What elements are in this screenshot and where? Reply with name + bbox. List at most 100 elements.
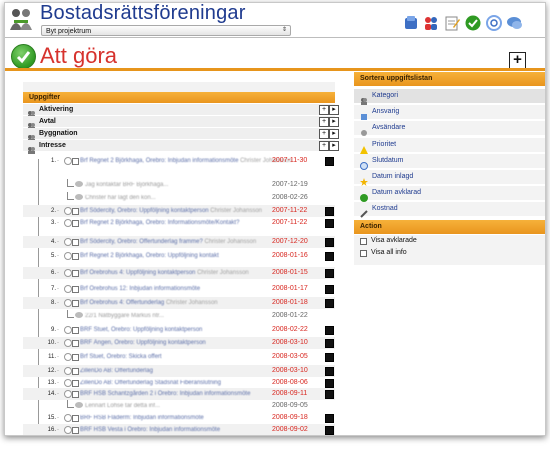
- task-title[interactable]: Brf Regnet 2 Björkhaga, Örebro: Inbjudan…: [80, 155, 292, 167]
- category-expand-button[interactable]: ▸: [329, 117, 339, 127]
- check-icon[interactable]: [465, 15, 481, 31]
- help-icon[interactable]: [486, 15, 502, 31]
- task-row[interactable]: 7. · Brf Örebrohus 12: Inbjudan informatio…: [23, 283, 335, 295]
- task-title[interactable]: BRF Ängen, Örebro: Uppföljning kontaktpe…: [80, 337, 206, 349]
- task-title[interactable]: Brf Södercity, Örebro: Offertunderlag fr…: [80, 236, 256, 248]
- task-checkbox[interactable]: [72, 208, 79, 215]
- task-checkbox[interactable]: [72, 220, 79, 227]
- task-title[interactable]: BRF HSB Schantzgården 2 i Örebro: Inbjud…: [80, 388, 250, 400]
- category-add-button[interactable]: +: [319, 117, 329, 127]
- task-menu-button[interactable]: [325, 285, 334, 294]
- project-select[interactable]: Byt projektrum ⇕: [41, 25, 291, 36]
- task-checkbox[interactable]: [72, 368, 79, 375]
- task-row[interactable]: 10. · BRF Ängen, Örebro: Uppföljning konta…: [23, 337, 335, 349]
- status-circle-icon[interactable]: [64, 379, 72, 387]
- action-checkbox[interactable]: [360, 250, 367, 257]
- notes-icon[interactable]: [444, 15, 460, 31]
- category-row[interactable]: Aktivering + ▸: [23, 104, 339, 118]
- task-title[interactable]: Brf Regnet 2 Björkhaga, Örebro: Uppföljn…: [80, 250, 219, 262]
- action-checkbox[interactable]: [360, 238, 367, 245]
- task-row[interactable]: 11. · Brf Stuet, Örebro: Skicka offert 200…: [23, 351, 335, 363]
- task-title[interactable]: Brf Örebrohus 12: Inbjudan informationsm…: [80, 283, 200, 295]
- sort-option[interactable]: Datum inlagd: [354, 170, 545, 186]
- status-circle-icon[interactable]: [64, 219, 72, 227]
- task-menu-button[interactable]: [325, 426, 334, 435]
- sort-option[interactable]: Kategori: [354, 89, 545, 105]
- task-menu-button[interactable]: [325, 238, 334, 247]
- task-menu-button[interactable]: [325, 379, 334, 388]
- category-row[interactable]: Intresse + ▸: [23, 140, 339, 154]
- task-row[interactable]: 9. · BRF Stuet, Örebro: Uppföljning kontak…: [23, 324, 335, 336]
- action-option[interactable]: Visa all info: [354, 247, 545, 259]
- sort-option[interactable]: Slutdatum: [354, 153, 545, 170]
- category-row[interactable]: Byggnation + ▸: [23, 128, 339, 142]
- task-title[interactable]: BRF HSB Vesta i Örebro: Inbjudan informa…: [80, 424, 220, 435]
- task-checkbox[interactable]: [72, 270, 79, 277]
- task-title[interactable]: BRF Stuet, Örebro: Uppföljning kontaktpe…: [80, 324, 202, 336]
- task-title[interactable]: Brf Regnet 2 Björkhaga, Örebro: Informat…: [80, 217, 239, 229]
- status-circle-icon[interactable]: [64, 252, 72, 260]
- task-title[interactable]: ZillenDo AB: Offertunderlag: [80, 365, 153, 377]
- status-circle-icon[interactable]: [64, 269, 72, 277]
- sort-option[interactable]: Ansvarig: [354, 105, 545, 121]
- task-row[interactable]: 12. · ZillenDo AB: Offertunderlag 2008-03-…: [23, 365, 335, 377]
- task-menu-button[interactable]: [325, 367, 334, 376]
- chat-icon[interactable]: [507, 15, 523, 31]
- status-circle-icon[interactable]: [64, 285, 72, 293]
- status-circle-icon[interactable]: [64, 390, 72, 398]
- action-option[interactable]: Visa avklarade: [354, 235, 545, 247]
- task-menu-button[interactable]: [325, 299, 334, 308]
- task-menu-button[interactable]: [325, 326, 334, 335]
- add-task-button[interactable]: +: [509, 52, 526, 69]
- category-expand-button[interactable]: ▸: [329, 129, 339, 139]
- category-add-button[interactable]: +: [319, 105, 329, 115]
- task-row[interactable]: 14. · BRF HSB Schantzgården 2 i Örebro: In…: [23, 388, 335, 400]
- category-row[interactable]: Avtal + ▸: [23, 116, 339, 130]
- task-row[interactable]: 2. · Brf Södercity, Örebro: Uppföljning ko…: [23, 205, 335, 217]
- category-add-button[interactable]: +: [319, 141, 329, 151]
- task-checkbox[interactable]: [72, 253, 79, 260]
- task-checkbox[interactable]: [72, 327, 79, 334]
- task-checkbox[interactable]: [72, 427, 79, 434]
- status-circle-icon[interactable]: [64, 339, 72, 347]
- task-menu-button[interactable]: [325, 207, 334, 216]
- task-row[interactable]: 15. · BRF HSB Fläderm: Inbjudan informatio…: [23, 412, 335, 424]
- task-row[interactable]: 1. · Brf Regnet 2 Björkhaga, Örebro: Inbju…: [23, 155, 335, 167]
- status-circle-icon[interactable]: [64, 207, 72, 215]
- task-menu-button[interactable]: [325, 157, 334, 166]
- task-row[interactable]: 6. · Brf Örebrohus 4: Uppföljning kontaktp…: [23, 267, 335, 279]
- status-circle-icon[interactable]: [64, 299, 72, 307]
- task-row[interactable]: 3. · Brf Regnet 2 Björkhaga, Örebro: Infor…: [23, 217, 335, 229]
- category-add-button[interactable]: +: [319, 129, 329, 139]
- task-checkbox[interactable]: [72, 158, 79, 165]
- task-menu-button[interactable]: [325, 269, 334, 278]
- task-checkbox[interactable]: [72, 286, 79, 293]
- status-circle-icon[interactable]: [64, 326, 72, 334]
- sort-option[interactable]: Kostnad: [354, 202, 545, 219]
- task-checkbox[interactable]: [72, 354, 79, 361]
- users-icon[interactable]: [403, 15, 419, 31]
- status-circle-icon[interactable]: [64, 367, 72, 375]
- task-checkbox[interactable]: [72, 239, 79, 246]
- status-circle-icon[interactable]: [64, 238, 72, 246]
- task-checkbox[interactable]: [72, 391, 79, 398]
- task-row[interactable]: 4. · Brf Södercity, Örebro: Offertunderlag…: [23, 236, 335, 248]
- task-menu-button[interactable]: [325, 353, 334, 362]
- task-title[interactable]: BRF HSB Fläderm: Inbjudan informationsmö…: [80, 412, 204, 424]
- task-menu-button[interactable]: [325, 414, 334, 423]
- task-title[interactable]: Brf Södercity, Örebro: Uppföljning konta…: [80, 205, 262, 217]
- status-circle-icon[interactable]: [64, 426, 72, 434]
- task-title[interactable]: Brf Örebrohus 4: Uppföljning kontaktpers…: [80, 267, 249, 279]
- sort-option[interactable]: Datum avklarad: [354, 186, 545, 203]
- task-checkbox[interactable]: [72, 300, 79, 307]
- sort-option[interactable]: Avsändare: [354, 121, 545, 137]
- task-menu-button[interactable]: [325, 219, 334, 228]
- task-checkbox[interactable]: [72, 380, 79, 387]
- category-expand-button[interactable]: ▸: [329, 141, 339, 151]
- task-row[interactable]: 5. · Brf Regnet 2 Björkhaga, Örebro: Uppfö…: [23, 250, 335, 262]
- task-menu-button[interactable]: [325, 252, 334, 261]
- status-circle-icon[interactable]: [64, 353, 72, 361]
- task-menu-button[interactable]: [325, 390, 334, 399]
- task-checkbox[interactable]: [72, 340, 79, 347]
- task-title[interactable]: Brf Stuet, Örebro: Skicka offert: [80, 351, 162, 363]
